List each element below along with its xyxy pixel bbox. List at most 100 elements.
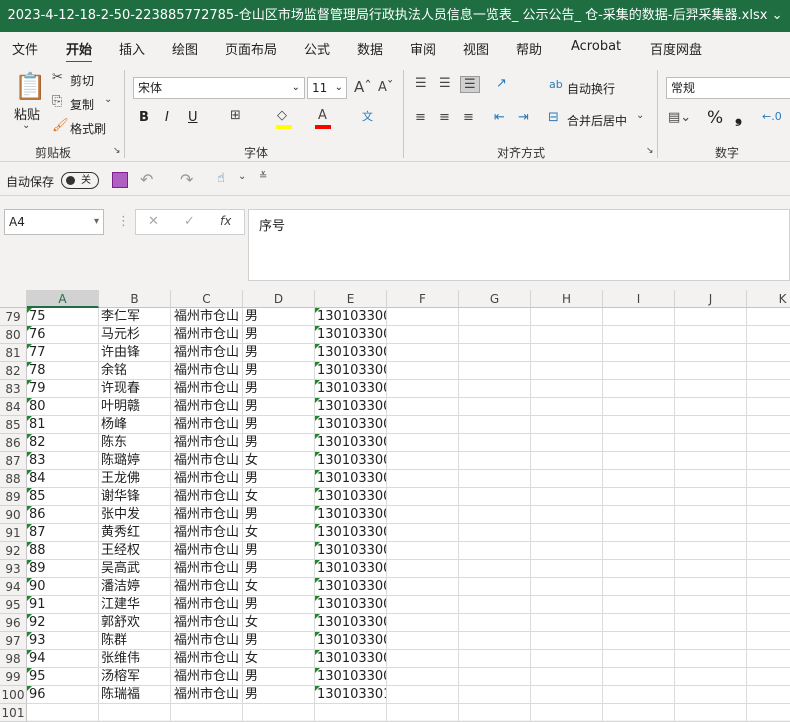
cell-K82[interactable]: [747, 362, 790, 380]
cell-G81[interactable]: [459, 344, 531, 362]
cell-I91[interactable]: [603, 524, 675, 542]
number-format-select[interactable]: 常规: [666, 77, 790, 99]
row-header[interactable]: 80: [0, 326, 27, 344]
cell-J88[interactable]: [675, 470, 747, 488]
cell-G99[interactable]: [459, 668, 531, 686]
row-header[interactable]: 84: [0, 398, 27, 416]
dialog-launcher-icon[interactable]: ↘: [113, 146, 121, 156]
cell-F87[interactable]: [387, 452, 459, 470]
row-header[interactable]: 93: [0, 560, 27, 578]
row-header[interactable]: 100: [0, 686, 27, 704]
cell-K96[interactable]: [747, 614, 790, 632]
cell-B97[interactable]: 陈群: [99, 632, 171, 650]
cell-C97[interactable]: 福州市仓山: [171, 632, 243, 650]
cell-F79[interactable]: [387, 308, 459, 326]
orientation-icon[interactable]: ↗: [496, 76, 507, 91]
tab-7[interactable]: 审阅: [410, 39, 436, 58]
cell-C95[interactable]: 福州市仓山: [171, 596, 243, 614]
cell-F85[interactable]: [387, 416, 459, 434]
cell-E96[interactable]: 13010330096: [315, 614, 387, 632]
cell-C101[interactable]: [171, 704, 243, 722]
cell-C91[interactable]: 福州市仓山: [171, 524, 243, 542]
cell-E95[interactable]: 13010330095: [315, 596, 387, 614]
cell-G97[interactable]: [459, 632, 531, 650]
cell-G86[interactable]: [459, 434, 531, 452]
cell-C87[interactable]: 福州市仓山: [171, 452, 243, 470]
cell-I96[interactable]: [603, 614, 675, 632]
cell-A90[interactable]: 86: [27, 506, 99, 524]
cell-E90[interactable]: 13010330090: [315, 506, 387, 524]
cell-D88[interactable]: 男: [243, 470, 315, 488]
cell-B81[interactable]: 许由锋: [99, 344, 171, 362]
comma-button[interactable]: ❟: [735, 106, 742, 127]
underline-button[interactable]: U: [188, 110, 198, 125]
cell-B93[interactable]: 吴高武: [99, 560, 171, 578]
cell-G96[interactable]: [459, 614, 531, 632]
cell-K83[interactable]: [747, 380, 790, 398]
cell-J85[interactable]: [675, 416, 747, 434]
cell-A86[interactable]: 82: [27, 434, 99, 452]
cell-H84[interactable]: [531, 398, 603, 416]
cell-C100[interactable]: 福州市仓山: [171, 686, 243, 704]
tab-3[interactable]: 绘图: [172, 39, 198, 58]
cell-D99[interactable]: 男: [243, 668, 315, 686]
cell-K81[interactable]: [747, 344, 790, 362]
cell-E84[interactable]: 13010330084: [315, 398, 387, 416]
cell-D80[interactable]: 男: [243, 326, 315, 344]
cell-C98[interactable]: 福州市仓山: [171, 650, 243, 668]
increase-decimal-icon[interactable]: ←.0: [762, 110, 782, 123]
cell-F101[interactable]: [387, 704, 459, 722]
save-icon[interactable]: [112, 172, 128, 188]
cell-E88[interactable]: 13010330088: [315, 470, 387, 488]
cell-H87[interactable]: [531, 452, 603, 470]
cut-button[interactable]: 剪切: [70, 72, 94, 89]
cell-C79[interactable]: 福州市仓山: [171, 308, 243, 326]
cell-D95[interactable]: 男: [243, 596, 315, 614]
cell-H93[interactable]: [531, 560, 603, 578]
cell-D94[interactable]: 女: [243, 578, 315, 596]
row-header[interactable]: 87: [0, 452, 27, 470]
phonetic-icon[interactable]: 文: [362, 108, 373, 124]
cell-J79[interactable]: [675, 308, 747, 326]
cell-K93[interactable]: [747, 560, 790, 578]
cell-C89[interactable]: 福州市仓山: [171, 488, 243, 506]
row-header[interactable]: 86: [0, 434, 27, 452]
cell-G98[interactable]: [459, 650, 531, 668]
align-top-icon[interactable]: ☰: [415, 76, 427, 91]
column-header-H[interactable]: H: [531, 290, 603, 308]
align-bottom-icon[interactable]: ☰: [460, 76, 480, 93]
cell-G87[interactable]: [459, 452, 531, 470]
cell-K86[interactable]: [747, 434, 790, 452]
cell-H89[interactable]: [531, 488, 603, 506]
cell-D89[interactable]: 女: [243, 488, 315, 506]
row-header[interactable]: 82: [0, 362, 27, 380]
cell-G82[interactable]: [459, 362, 531, 380]
cell-I94[interactable]: [603, 578, 675, 596]
column-header-E[interactable]: E: [315, 290, 387, 308]
cell-I79[interactable]: [603, 308, 675, 326]
cell-D96[interactable]: 女: [243, 614, 315, 632]
cell-C84[interactable]: 福州市仓山: [171, 398, 243, 416]
chevron-down-icon[interactable]: ⌄: [104, 94, 112, 105]
cell-J86[interactable]: [675, 434, 747, 452]
cell-D90[interactable]: 男: [243, 506, 315, 524]
cell-C81[interactable]: 福州市仓山: [171, 344, 243, 362]
copy-button[interactable]: 复制: [70, 96, 94, 113]
cell-D83[interactable]: 男: [243, 380, 315, 398]
cell-C85[interactable]: 福州市仓山: [171, 416, 243, 434]
formula-input[interactable]: 序号: [248, 209, 790, 281]
cell-I80[interactable]: [603, 326, 675, 344]
cell-J98[interactable]: [675, 650, 747, 668]
cell-D82[interactable]: 男: [243, 362, 315, 380]
cell-A85[interactable]: 81: [27, 416, 99, 434]
row-header[interactable]: 85: [0, 416, 27, 434]
cell-A91[interactable]: 87: [27, 524, 99, 542]
cell-F88[interactable]: [387, 470, 459, 488]
column-header-D[interactable]: D: [243, 290, 315, 308]
cell-D86[interactable]: 男: [243, 434, 315, 452]
wrap-text-button[interactable]: 自动换行: [567, 80, 615, 97]
cell-J80[interactable]: [675, 326, 747, 344]
cell-B82[interactable]: 余铭: [99, 362, 171, 380]
cell-A93[interactable]: 89: [27, 560, 99, 578]
cell-A96[interactable]: 92: [27, 614, 99, 632]
